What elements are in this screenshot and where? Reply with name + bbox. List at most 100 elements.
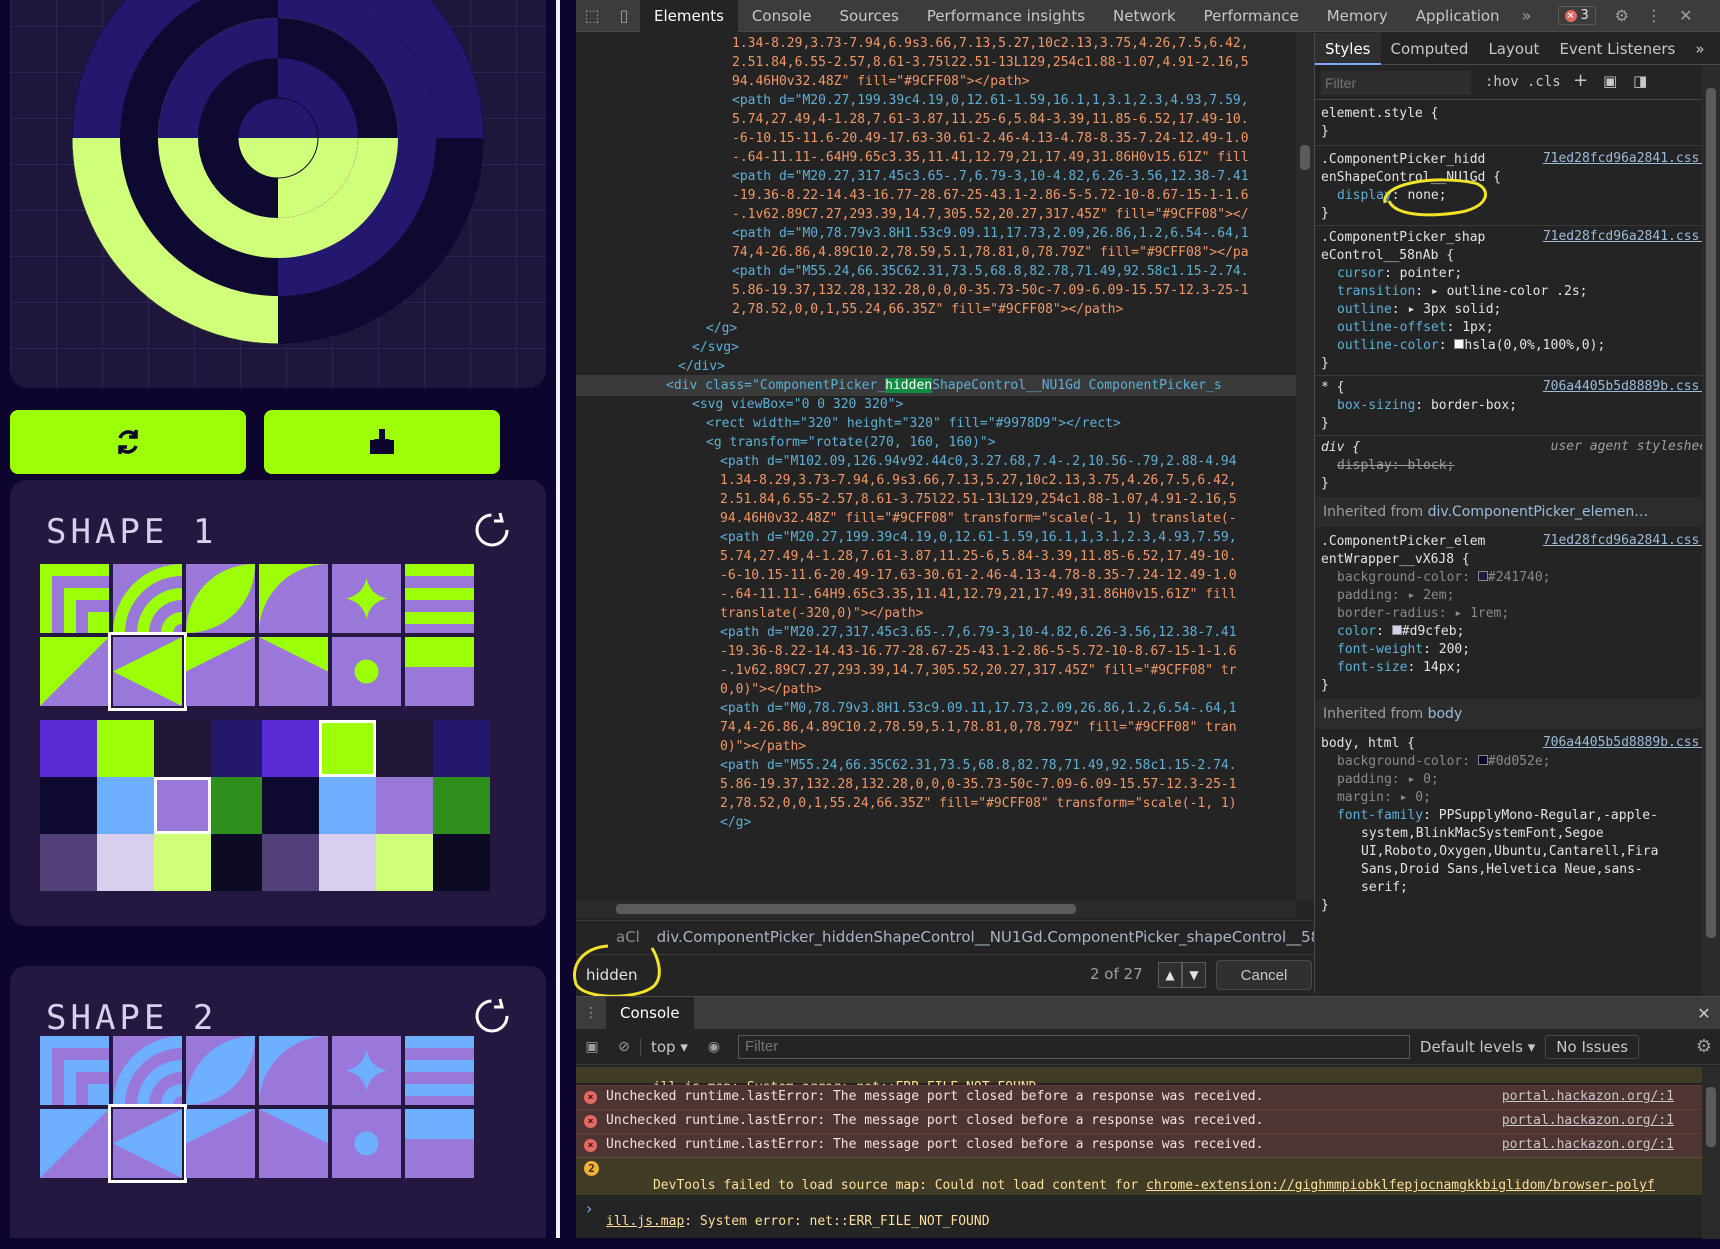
rule-5-prop[interactable]: color: [1337, 624, 1376, 639]
tab-application[interactable]: Application: [1402, 0, 1514, 32]
search-prev-icon[interactable]: ▲: [1158, 962, 1182, 988]
rule-4-selector[interactable]: div {: [1321, 440, 1360, 455]
tab-memory[interactable]: Memory: [1313, 0, 1402, 32]
close-devtools-icon[interactable]: ✕: [1670, 0, 1702, 32]
hov-toggle[interactable]: :hov: [1485, 74, 1519, 90]
shape-tile-side-wedge[interactable]: [259, 637, 328, 706]
rule-5-val[interactable]: #d9cfeb;: [1402, 624, 1465, 639]
rule-3-selector[interactable]: * {: [1321, 380, 1344, 395]
rule-2-prop[interactable]: outline-offset: [1337, 320, 1447, 335]
rule-6-val[interactable]: #0d052e;: [1488, 754, 1551, 769]
shape-tile-top-wedge[interactable]: [186, 637, 255, 706]
dom-line[interactable]: 0,0)"></path>: [576, 679, 1296, 700]
color-swatch[interactable]: [154, 720, 211, 777]
dom-line[interactable]: -.1v62.89C7.27,293.39,14.7,305.52,20.27,…: [576, 660, 1296, 681]
shape-tile-arrow-triangle[interactable]: [108, 632, 187, 711]
regenerate-button[interactable]: [10, 410, 246, 474]
color-swatch[interactable]: [211, 720, 268, 777]
sidebar-toggle-icon[interactable]: ▣: [576, 1039, 608, 1055]
breadcrumb-prefix[interactable]: aCl: [616, 928, 640, 946]
styles-filter-input[interactable]: [1321, 71, 1471, 95]
search-cancel-button[interactable]: Cancel: [1216, 960, 1312, 990]
dom-line[interactable]: <path d="M102.09,126.94v92.44c0,3.27.68,…: [576, 451, 1296, 472]
device-toolbar-icon[interactable]: ▯: [608, 0, 640, 32]
dom-line[interactable]: <path d="M20.27,199.39c4.19,0,12.61-1.59…: [576, 527, 1296, 548]
color-swatch[interactable]: [376, 720, 433, 777]
color-swatch[interactable]: [1477, 571, 1488, 581]
rule-2-val[interactable]: pointer;: [1400, 266, 1463, 281]
color-swatch[interactable]: [433, 834, 490, 891]
rule-2-val[interactable]: 1px;: [1462, 320, 1493, 335]
color-swatch[interactable]: [154, 834, 211, 891]
more-tabs-icon[interactable]: »: [1514, 0, 1540, 32]
rule-2-val[interactable]: hsla(0,0%,100%,0);: [1464, 338, 1605, 353]
shape-tile-half-bar[interactable]: [405, 1109, 474, 1178]
rule-5-val[interactable]: 200;: [1439, 642, 1470, 657]
shape-tile-quarter-circle[interactable]: [259, 564, 328, 633]
color-swatch[interactable]: [262, 720, 319, 777]
dom-line[interactable]: 5.86-19.37,132.28,132.28,0,0,0-35.73-50c…: [576, 280, 1296, 301]
rule-5-selector[interactable]: .ComponentPicker_elem: [1321, 534, 1485, 549]
color-swatch[interactable]: [262, 777, 319, 834]
dom-line[interactable]: -.64-11.11-.64H9.65c3.35,11.41,12.79,21,…: [576, 147, 1296, 168]
tab-sources[interactable]: Sources: [825, 0, 912, 32]
rule-6-prop[interactable]: background-color: [1337, 754, 1462, 769]
download-button[interactable]: [264, 410, 500, 474]
rule-3-source[interactable]: 706a4405b5d8889b.css:1: [1543, 379, 1715, 394]
close-drawer-icon[interactable]: ✕: [1688, 1004, 1720, 1023]
color-swatch[interactable]: [262, 834, 319, 891]
tab-elements[interactable]: Elements: [640, 0, 738, 32]
error-source-link[interactable]: portal.hackazon.org/:1: [1502, 1134, 1674, 1156]
shape-tile-quarter-arcs[interactable]: [113, 564, 182, 633]
cls-toggle[interactable]: .cls: [1527, 74, 1561, 90]
color-swatch[interactable]: [1391, 625, 1402, 635]
console-scroll-thumb[interactable]: [1706, 1087, 1716, 1147]
color-swatch[interactable]: [211, 777, 268, 834]
styles-tab-layout[interactable]: Layout: [1478, 33, 1549, 65]
dom-line[interactable]: <path d="M20.27,199.39c4.19,0,12.61-1.59…: [576, 90, 1296, 111]
error-source-link[interactable]: portal.hackazon.org/:1: [1502, 1086, 1674, 1108]
dom-line[interactable]: </svg>: [576, 337, 1296, 358]
log-levels-dropdown[interactable]: Default levels ▾: [1410, 1038, 1545, 1056]
shape-tile-quarter-arcs[interactable]: [113, 1036, 182, 1105]
elements-hscroll-thumb[interactable]: [616, 904, 1076, 914]
dom-line[interactable]: -19.36-8.22-14.43-16.77-28.67-25-43.1-2.…: [576, 641, 1296, 662]
dom-line[interactable]: translate(-320,0)"></path>: [576, 603, 1296, 624]
dom-line[interactable]: 5.86-19.37,132.28,132.28,0,0,0-35.73-50c…: [576, 774, 1296, 795]
shape-tile-diagonal-triangle[interactable]: [40, 1109, 109, 1178]
color-swatch[interactable]: [40, 777, 97, 834]
dom-line[interactable]: -19.36-8.22-14.43-16.77-28.67-25-43.1-2.…: [576, 185, 1296, 206]
styles-tab-computed[interactable]: Computed: [1381, 33, 1479, 65]
dom-search-input[interactable]: [584, 960, 1124, 990]
shape-tile-leaf[interactable]: [186, 1036, 255, 1105]
rule-6-prop[interactable]: padding: [1337, 772, 1392, 787]
dom-line[interactable]: <path d="M20.27,317.45c3.65-.7,6.79-3,10…: [576, 166, 1296, 187]
tab-performance-insights[interactable]: Performance insights: [913, 0, 1099, 32]
color-swatch[interactable]: [154, 777, 211, 834]
color-swatch[interactable]: [319, 777, 376, 834]
rule-2-source[interactable]: 71ed28fcd96a2841.css:1: [1543, 229, 1715, 244]
shape-tile-sparkle[interactable]: [332, 564, 401, 633]
rule-6-prop[interactable]: font-family: [1337, 808, 1423, 823]
dom-line[interactable]: <path d="M20.27,317.45c3.65-.7,6.79-3,10…: [576, 622, 1296, 643]
shape-tile-dot[interactable]: [332, 637, 401, 706]
dom-line[interactable]: <path d="M0,78.79v3.8H1.53c9.09.11,17.73…: [576, 698, 1296, 719]
color-swatch[interactable]: [433, 777, 490, 834]
toggle-sidebar-icon[interactable]: ◨: [1633, 72, 1647, 90]
rule-2-val[interactable]: 3px solid;: [1423, 302, 1501, 317]
element-style-selector[interactable]: element.style {: [1321, 106, 1438, 121]
dom-line[interactable]: 2,78.52,0,0,1,55.24,66.35Z" fill="#9CFF0…: [576, 299, 1296, 320]
styles-tab-event-listeners[interactable]: Event Listeners: [1549, 33, 1685, 65]
dom-line[interactable]: <svg viewBox="0 0 320 320">: [576, 394, 1296, 415]
shape-tile-arrow-triangle[interactable]: [108, 1104, 187, 1183]
shape-tile-diagonal-triangle[interactable]: [40, 637, 109, 706]
dom-line[interactable]: 2,78.52,0,0,1,55.24,66.35Z" fill="#9CFF0…: [576, 793, 1296, 814]
rule-5-prop[interactable]: border-radius: [1337, 606, 1439, 621]
add-rule-icon[interactable]: +: [1573, 70, 1588, 91]
rule-6-source[interactable]: 706a4405b5d8889b.css:1: [1543, 735, 1715, 750]
styles-tab-styles[interactable]: Styles: [1315, 33, 1381, 65]
page-scrollbar[interactable]: ▲ ▼: [556, 0, 560, 1238]
shape-tile-side-wedge[interactable]: [259, 1109, 328, 1178]
shape-tile-leaf[interactable]: [186, 564, 255, 633]
rule-6-selector[interactable]: body, html {: [1321, 736, 1415, 751]
